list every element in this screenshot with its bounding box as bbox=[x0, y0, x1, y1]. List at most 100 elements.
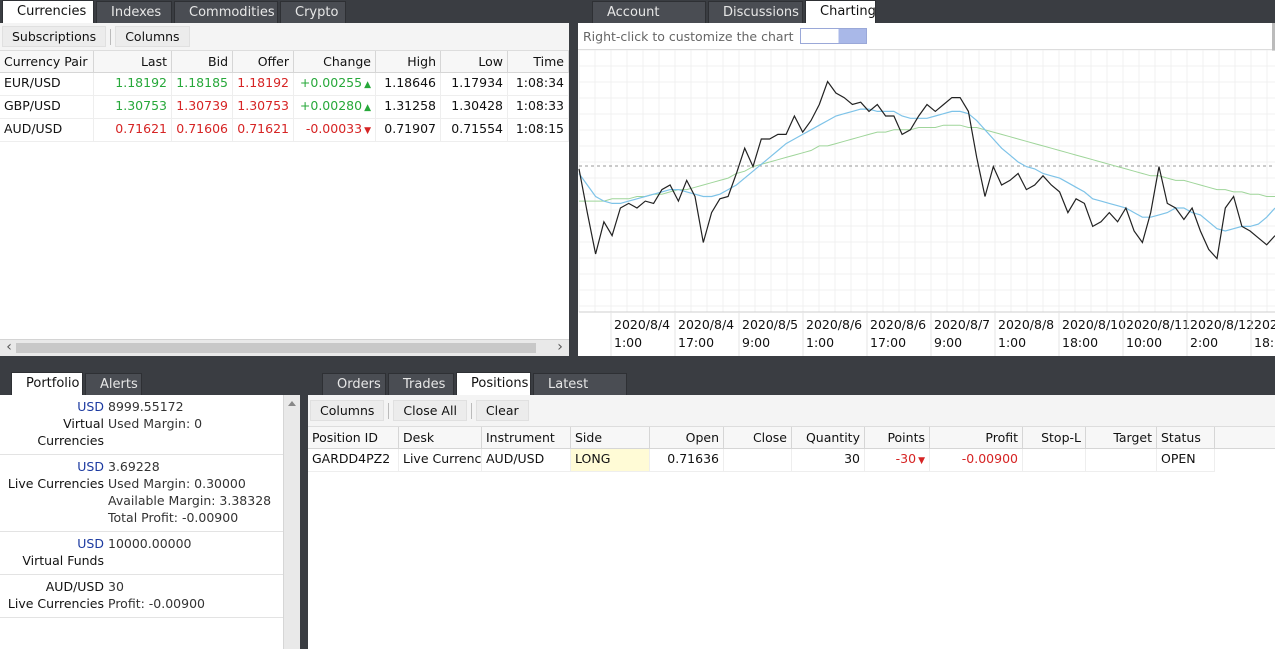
col-points[interactable]: Points bbox=[865, 427, 930, 448]
position-quantity: 30 bbox=[792, 449, 865, 472]
tab-discussions[interactable]: Discussions bbox=[708, 1, 803, 23]
tab-trades[interactable]: Trades bbox=[388, 373, 454, 395]
quote-row[interactable]: EUR/USD 1.18192 1.18185 1.18192 +0.00255 ▲ 1.1… bbox=[0, 73, 569, 96]
positions-header: Position ID Desk Instrument Side Open Cl… bbox=[308, 427, 1275, 449]
quote-high: 0.71907 bbox=[376, 119, 441, 142]
x-tick-label: 10:00 bbox=[1126, 335, 1162, 350]
portfolio-vscrollbar[interactable] bbox=[283, 395, 300, 649]
portfolio-value: 10000.00000 bbox=[108, 536, 192, 551]
position-side: LONG bbox=[571, 449, 650, 472]
position-close bbox=[724, 449, 792, 472]
col-stop-loss[interactable]: Stop-L bbox=[1023, 427, 1086, 448]
tab-charting[interactable]: Charting bbox=[805, 0, 876, 23]
quote-change: -0.00033 ▼ bbox=[294, 119, 376, 142]
positions-panel: Columns Close All Clear Position ID Desk… bbox=[308, 395, 1275, 649]
portfolio-value: Available Margin: 3.38328 bbox=[108, 493, 272, 508]
col-open[interactable]: Open bbox=[650, 427, 724, 448]
col-side[interactable]: Side bbox=[571, 427, 650, 448]
position-rows: GARDD4PZ2Live CurrenciesAUD/USDLONG0.716… bbox=[308, 449, 1275, 472]
x-tick-label: 9:00 bbox=[934, 335, 962, 350]
col-bid[interactable]: Bid bbox=[172, 51, 233, 72]
change-value: +0.00255 bbox=[299, 75, 363, 90]
quote-low: 0.71554 bbox=[441, 119, 508, 142]
portfolio-item[interactable]: USD 3.69228 Live Currencies Used Margin: 0.… bbox=[0, 455, 283, 532]
col-status[interactable]: Status bbox=[1157, 427, 1215, 448]
portfolio-value: 8999.55172 bbox=[108, 399, 184, 414]
portfolio-item[interactable]: USD 10000.00000 Virtual Funds bbox=[0, 532, 283, 575]
col-quantity[interactable]: Quantity bbox=[792, 427, 865, 448]
quote-bid: 0.71606 bbox=[172, 119, 233, 142]
tab-account-center[interactable]: Account Center bbox=[592, 1, 706, 42]
quotes-hscrollbar[interactable]: ‹ › bbox=[0, 339, 569, 356]
portfolio-item[interactable]: USD 8999.55172 Virtual Currencies Used Marg… bbox=[0, 395, 283, 455]
scroll-right-icon[interactable]: › bbox=[553, 340, 567, 356]
tab-indexes[interactable]: Indexes bbox=[96, 1, 172, 23]
x-tick-label: 17:00 bbox=[870, 335, 906, 350]
x-tick-label: 1:00 bbox=[614, 335, 642, 350]
col-change[interactable]: Change bbox=[294, 51, 376, 72]
tab-portfolio[interactable]: Portfolio bbox=[11, 372, 83, 395]
portfolio-label bbox=[0, 509, 108, 526]
portfolio-panel: USD 8999.55172 Virtual Currencies Used Marg… bbox=[0, 395, 300, 649]
col-currency-pair[interactable]: Currency Pair bbox=[0, 51, 94, 72]
position-id: GARDD4PZ2 bbox=[308, 449, 399, 472]
col-time[interactable]: Time bbox=[508, 51, 569, 72]
quote-row[interactable]: GBP/USD 1.30753 1.30739 1.30753 +0.00280 ▲ 1.3… bbox=[0, 96, 569, 119]
price-chart[interactable]: 2020/8/4 1:00 2020/8/4 17:00 2020/8/5 9:00 202… bbox=[578, 50, 1275, 356]
toolbar-separator bbox=[388, 402, 390, 419]
col-position-id[interactable]: Position ID bbox=[308, 427, 399, 448]
col-low[interactable]: Low bbox=[441, 51, 508, 72]
portfolio-label: Virtual Funds bbox=[22, 553, 104, 568]
position-columns-button[interactable]: Columns bbox=[310, 400, 385, 421]
close-all-button[interactable]: Close All bbox=[393, 400, 467, 421]
portfolio-label: USD bbox=[77, 459, 104, 474]
col-target[interactable]: Target bbox=[1086, 427, 1157, 448]
quote-change: +0.00280 ▲ bbox=[294, 96, 376, 119]
col-instrument[interactable]: Instrument bbox=[482, 427, 571, 448]
scroll-thumb[interactable] bbox=[16, 343, 536, 353]
portfolio-value: Used Margin: 0 bbox=[108, 416, 203, 431]
portfolio-item[interactable]: AUD/USD 30 Live Currencies Profit: -0.00900 bbox=[0, 575, 283, 618]
position-status: OPEN bbox=[1157, 449, 1215, 472]
scroll-left-icon[interactable]: ‹ bbox=[2, 340, 16, 356]
x-tick-label: 202 bbox=[1254, 317, 1275, 332]
tab-latest-news[interactable]: Latest News bbox=[533, 373, 627, 414]
quotes-header: Currency Pair Last Bid Offer Change High… bbox=[0, 51, 569, 73]
scroll-up-icon[interactable] bbox=[288, 401, 296, 406]
chart-period-selector[interactable] bbox=[799, 28, 867, 44]
quotes-toolbar: Subscriptions Columns bbox=[0, 23, 569, 51]
tab-orders[interactable]: Orders bbox=[322, 373, 386, 395]
x-tick-label: 2020/8/4 bbox=[678, 317, 734, 332]
portfolio-tabbar: Portfolio Alerts bbox=[11, 372, 142, 395]
portfolio-line: AUD/USD 30 bbox=[0, 578, 283, 595]
col-desk[interactable]: Desk bbox=[399, 427, 482, 448]
position-open: 0.71636 bbox=[650, 449, 724, 472]
portfolio-label: USD bbox=[77, 399, 104, 414]
x-tick-label: 2020/8/6 bbox=[806, 317, 862, 332]
portfolio-list: USD 8999.55172 Virtual Currencies Used Marg… bbox=[0, 395, 283, 618]
quote-time: 1:08:33 bbox=[508, 96, 569, 119]
portfolio-line: Live Currencies Used Margin: 0.30000 bbox=[0, 475, 283, 492]
quote-columns-button[interactable]: Columns bbox=[115, 26, 190, 47]
right-top-tabbar: Account Center Discussions Charting bbox=[592, 0, 876, 42]
tab-alerts[interactable]: Alerts bbox=[85, 373, 142, 395]
tab-positions[interactable]: Positions bbox=[456, 372, 531, 395]
points-value: -30 bbox=[895, 451, 917, 466]
col-profit[interactable]: Profit bbox=[930, 427, 1023, 448]
position-target bbox=[1086, 449, 1157, 472]
position-row[interactable]: GARDD4PZ2Live CurrenciesAUD/USDLONG0.716… bbox=[308, 449, 1275, 472]
clear-button[interactable]: Clear bbox=[475, 400, 529, 421]
col-offer[interactable]: Offer bbox=[233, 51, 294, 72]
quote-row[interactable]: AUD/USD 0.71621 0.71606 0.71621 -0.00033 ▼ 0.7… bbox=[0, 119, 569, 142]
portfolio-label: USD bbox=[77, 536, 104, 551]
quote-rows: EUR/USD 1.18192 1.18185 1.18192 +0.00255 ▲ 1.1… bbox=[0, 73, 569, 142]
tab-crypto[interactable]: Crypto bbox=[280, 1, 346, 23]
col-last[interactable]: Last bbox=[94, 51, 172, 72]
col-high[interactable]: High bbox=[376, 51, 441, 72]
col-close[interactable]: Close bbox=[724, 427, 792, 448]
subscriptions-button[interactable]: Subscriptions bbox=[2, 26, 107, 47]
quote-offer: 0.71621 bbox=[233, 119, 294, 142]
tab-currencies[interactable]: Currencies bbox=[2, 0, 94, 23]
x-tick-label: 1:00 bbox=[806, 335, 834, 350]
tab-commodities[interactable]: Commodities bbox=[174, 1, 278, 23]
